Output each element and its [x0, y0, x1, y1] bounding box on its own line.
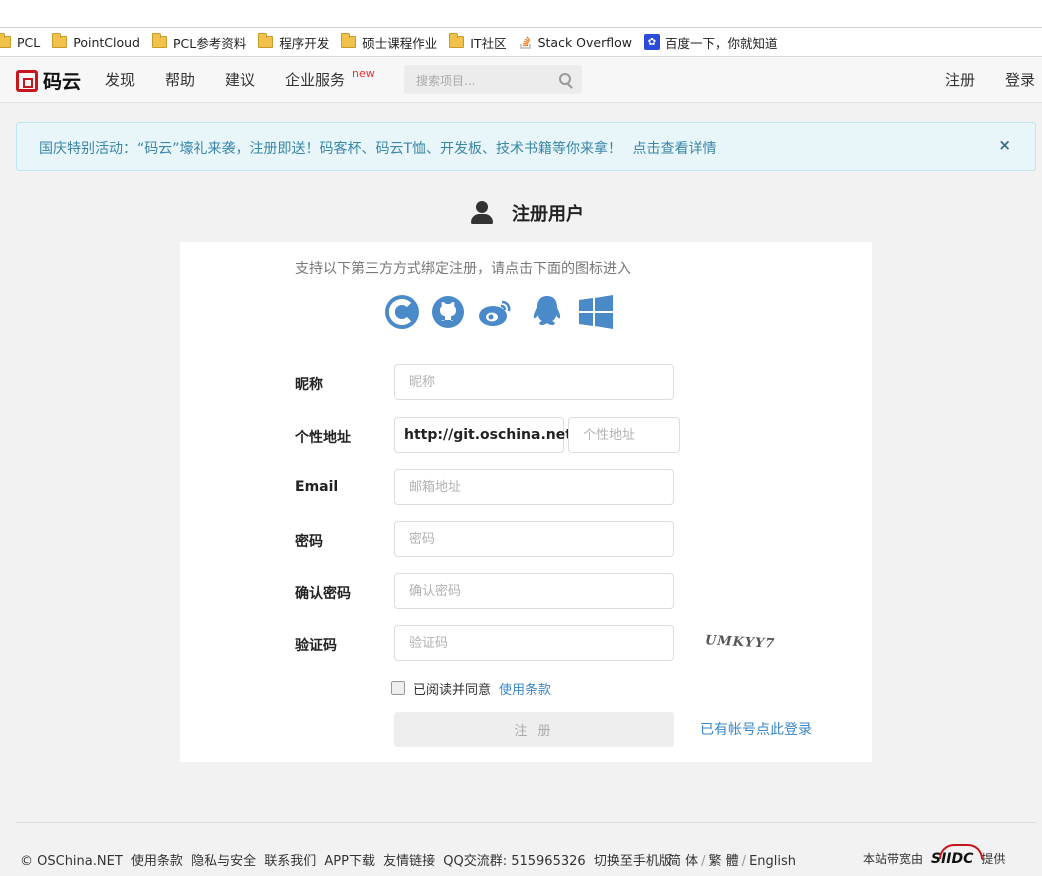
bandwidth-text: 本站带宽由 [863, 852, 924, 866]
windows-icon[interactable] [578, 294, 614, 330]
user-icon [470, 201, 494, 225]
captcha-image[interactable]: UMKYY7 [705, 633, 776, 652]
alert-text-line: 国庆特别活动：“码云”壕礼来袭，注册即送！码客杯、码云T恤、开发板、技术书籍等你… [39, 138, 717, 158]
nav-login[interactable]: 登录 [1005, 69, 1035, 90]
alert-details-link[interactable]: 点击查看详情 [633, 141, 717, 157]
search-icon[interactable] [559, 73, 571, 85]
nav-register[interactable]: 注册 [945, 69, 975, 90]
captcha-field[interactable] [394, 625, 674, 661]
footer-privacy[interactable]: 隐私与安全 [191, 854, 256, 869]
nickname-field[interactable] [394, 364, 674, 400]
email-field[interactable] [394, 469, 674, 505]
lang-traditional[interactable]: 繁 體 [709, 854, 739, 869]
folder-icon [151, 33, 167, 48]
captcha-label: 验证码 [295, 638, 337, 654]
weibo-icon[interactable] [477, 294, 513, 330]
siidc-logo[interactable]: SIIDC [931, 843, 984, 867]
footer-contact[interactable]: 联系我们 [264, 854, 316, 869]
lang-simplified[interactable]: 简 体 [668, 854, 698, 869]
agree-label: 已阅读并同意 [413, 683, 492, 698]
bookmark-it-community[interactable]: IT社区 [449, 33, 507, 52]
email-label: Email [295, 479, 339, 495]
folder-icon [52, 33, 68, 48]
folder-icon [258, 33, 274, 48]
confirm-password-label: 确认密码 [295, 586, 351, 602]
bandwidth-provider: 本站带宽由 SIIDC 提供 [863, 843, 1006, 867]
confirm-password-field[interactable] [394, 573, 674, 609]
promo-alert: 国庆特别活动：“码云”壕礼来袭，注册即送！码客杯、码云T恤、开发板、技术书籍等你… [16, 122, 1036, 171]
qq-icon[interactable] [529, 294, 565, 330]
close-icon[interactable]: × [998, 136, 1011, 154]
folder-icon [449, 33, 465, 48]
nickname-label: 昵称 [295, 377, 323, 393]
bookmark-pcl[interactable]: PCL [0, 33, 40, 50]
footer-app-download[interactable]: APP下载 [324, 854, 375, 869]
folder-icon [0, 33, 11, 48]
footer-mobile[interactable]: 切换至手机版 [594, 854, 672, 869]
lang-english[interactable]: English [749, 854, 796, 869]
footer-friend-links[interactable]: 友情链接 [383, 854, 435, 869]
bookmark-baidu[interactable]: ✿ 百度一下，你就知道 [643, 33, 778, 52]
url-field[interactable] [568, 417, 680, 453]
footer-qq-group: QQ交流群: 515965326 [443, 854, 586, 869]
github-icon[interactable] [430, 294, 466, 330]
bookmark-pcl-ref[interactable]: PCL参考资料 [151, 33, 246, 52]
bookmark-stackoverflow[interactable]: Stack Overflow [519, 35, 632, 50]
language-switcher: 简 体 / 繁 體 / English [668, 854, 797, 869]
nav-suggest[interactable]: 建议 [225, 69, 255, 90]
alert-message: 国庆特别活动：“码云”壕礼来袭，注册即送！码客杯、码云T恤、开发板、技术书籍等你… [39, 141, 623, 157]
footer-divider [16, 822, 1036, 823]
bookmark-dev[interactable]: 程序开发 [258, 33, 329, 52]
url-prefix: http://git.oschina.net [394, 417, 572, 453]
site-logo[interactable]: 码云 [16, 67, 81, 94]
new-badge: new [352, 67, 375, 80]
footer-links: © OSChina.NET 使用条款 隐私与安全 联系我们 APP下载 友情链接… [20, 850, 676, 869]
register-card: 支持以下第三方方式绑定注册，请点击下面的图标进入 昵称 个性地址 http://… [180, 242, 872, 762]
bookmark-course[interactable]: 硕士课程作业 [341, 33, 437, 52]
search-box[interactable]: 搜索项目... [404, 65, 582, 94]
agree-checkbox[interactable] [391, 681, 405, 695]
password-field[interactable] [394, 521, 674, 557]
page-title: 注册用户 [470, 200, 584, 226]
stackoverflow-icon [519, 36, 531, 49]
browser-top-strip [0, 0, 1042, 28]
bookmarks-bar: PCL PointCloud PCL参考资料 程序开发 硕士课程作业 IT社区 … [0, 28, 1042, 57]
third-party-text: 支持以下第三方方式绑定注册，请点击下面的图标进入 [295, 261, 631, 277]
nav-help[interactable]: 帮助 [165, 69, 195, 90]
gitee-logo-icon [16, 69, 38, 92]
top-navigation: 码云 发现 帮助 建议 企业服务 new 搜索项目... 注册 登录 [0, 57, 1042, 103]
provide-text: 提供 [981, 852, 1006, 866]
login-link[interactable]: 已有帐号点此登录 [700, 719, 812, 739]
nav-discover[interactable]: 发现 [105, 69, 135, 90]
copyright: © OSChina.NET [20, 854, 123, 869]
folder-icon [341, 33, 357, 48]
password-label: 密码 [295, 534, 323, 550]
url-label: 个性地址 [295, 430, 351, 446]
csdn-icon[interactable] [384, 294, 420, 330]
baidu-paw-icon: ✿ [643, 34, 660, 50]
search-input[interactable]: 搜索项目... [416, 72, 475, 89]
register-button[interactable]: 注 册 [394, 712, 674, 747]
terms-link[interactable]: 使用条款 [499, 679, 551, 698]
footer-terms[interactable]: 使用条款 [131, 854, 183, 869]
nav-enterprise[interactable]: 企业服务 [285, 69, 345, 90]
bookmark-pointcloud[interactable]: PointCloud [52, 33, 140, 50]
